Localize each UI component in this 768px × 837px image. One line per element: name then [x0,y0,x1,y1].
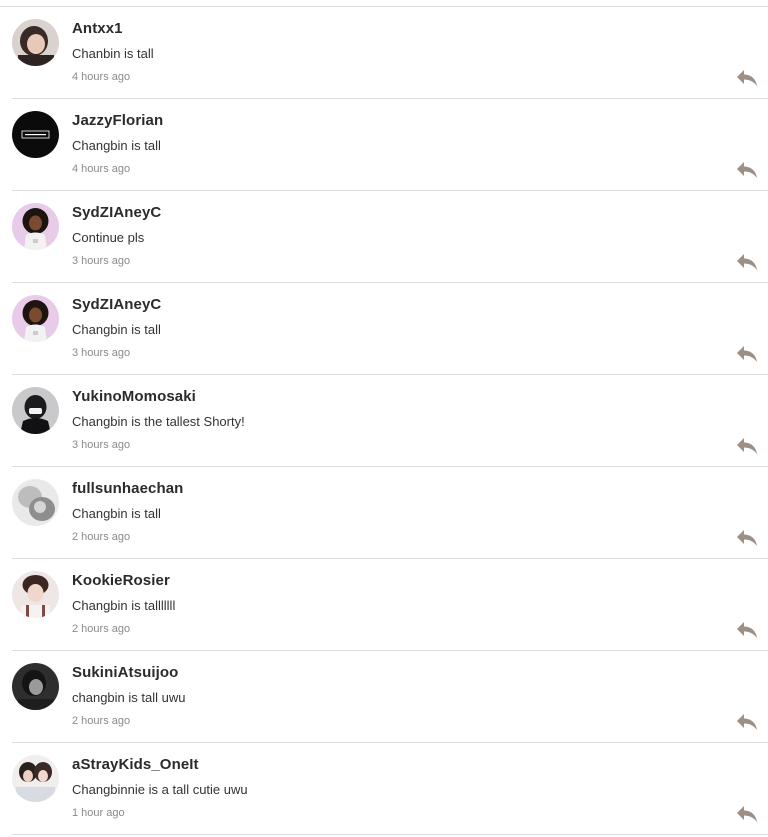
reply-button[interactable] [736,437,758,455]
comment-timestamp: 3 hours ago [72,255,131,267]
comment-timestamp: 3 hours ago [72,439,131,451]
comment-username[interactable]: JazzyFlorian [72,112,163,129]
comment-timestamp: 2 hours ago [72,531,131,543]
reply-button[interactable] [736,161,758,179]
avatar[interactable] [12,203,59,250]
reply-arrow-icon [737,438,757,454]
comment-username[interactable]: KookieRosier [72,572,170,589]
avatar-masked-figure-icon [12,387,59,434]
reply-button[interactable] [736,529,758,547]
comment-text: Changbin is tall [72,138,161,153]
comment-username[interactable]: fullsunhaechan [72,480,183,497]
comment-text: Changbin is tall [72,506,161,521]
reply-arrow-icon [737,162,757,178]
avatar[interactable] [12,479,59,526]
comment-item: SydZIAneyC Continue pls 3 hours ago [0,191,768,283]
comment-item: SukiniAtsuijoo changbin is tall uwu 2 ho… [0,651,768,743]
avatar-photo-icon [12,755,59,802]
comment-list: Antxx1 Chanbin is tall 4 hours ago Jazzy… [0,0,768,837]
comment-timestamp: 4 hours ago [72,163,131,175]
reply-button[interactable] [736,345,758,363]
avatar[interactable] [12,295,59,342]
avatar[interactable] [12,387,59,434]
comment-username[interactable]: YukinoMomosaki [72,388,196,405]
avatar-photo-icon [12,479,59,526]
reply-arrow-icon [737,714,757,730]
comment-item: aStrayKids_OneIt Changbinnie is a tall c… [0,743,768,835]
comment-timestamp: 1 hour ago [72,807,125,819]
reply-button[interactable] [736,253,758,271]
reply-button[interactable] [736,621,758,639]
comment-text: Changbin is the tallest Shorty! [72,414,245,429]
reply-arrow-icon [737,254,757,270]
comment-divider [12,834,768,835]
avatar[interactable] [12,111,59,158]
comment-text: Continue pls [72,230,145,245]
comment-text: Changbin is tall [72,322,161,337]
comment-text: Changbinnie is a tall cutie uwu [72,782,248,797]
comment-item: KookieRosier Changbin is talllllll 2 hou… [0,559,768,651]
avatar[interactable] [12,19,59,66]
avatar-black-logo-icon [12,111,59,158]
avatar[interactable] [12,571,59,618]
avatar-photo-icon [12,571,59,618]
comment-username[interactable]: Antxx1 [72,20,123,37]
reply-arrow-icon [737,530,757,546]
avatar[interactable] [12,755,59,802]
reply-button[interactable] [736,713,758,731]
comment-item: Antxx1 Chanbin is tall 4 hours ago [0,7,768,99]
reply-button[interactable] [736,69,758,87]
comment-item: SydZIAneyC Changbin is tall 3 hours ago [0,283,768,375]
comment-username[interactable]: SukiniAtsuijoo [72,664,178,681]
reply-arrow-icon [737,346,757,362]
comment-item: JazzyFlorian Changbin is tall 4 hours ag… [0,99,768,191]
reply-button[interactable] [736,805,758,823]
comment-timestamp: 3 hours ago [72,347,131,359]
comment-username[interactable]: SydZIAneyC [72,204,161,221]
avatar-photo-icon [12,19,59,66]
avatar-illustration-icon [12,203,59,250]
comment-timestamp: 2 hours ago [72,715,131,727]
reply-arrow-icon [737,70,757,86]
avatar[interactable] [12,663,59,710]
comment-timestamp: 2 hours ago [72,623,131,635]
avatar-illustration-icon [12,295,59,342]
comment-text: changbin is tall uwu [72,690,186,705]
comment-username[interactable]: SydZIAneyC [72,296,161,313]
comment-item: fullsunhaechan Changbin is tall 2 hours … [0,467,768,559]
comment-text: Chanbin is tall [72,46,154,61]
reply-arrow-icon [737,622,757,638]
avatar-photo-icon [12,663,59,710]
comment-timestamp: 4 hours ago [72,71,131,83]
comment-item: YukinoMomosaki Changbin is the tallest S… [0,375,768,467]
comment-username[interactable]: aStrayKids_OneIt [72,756,199,773]
reply-arrow-icon [737,806,757,822]
comment-text: Changbin is talllllll [72,598,176,613]
